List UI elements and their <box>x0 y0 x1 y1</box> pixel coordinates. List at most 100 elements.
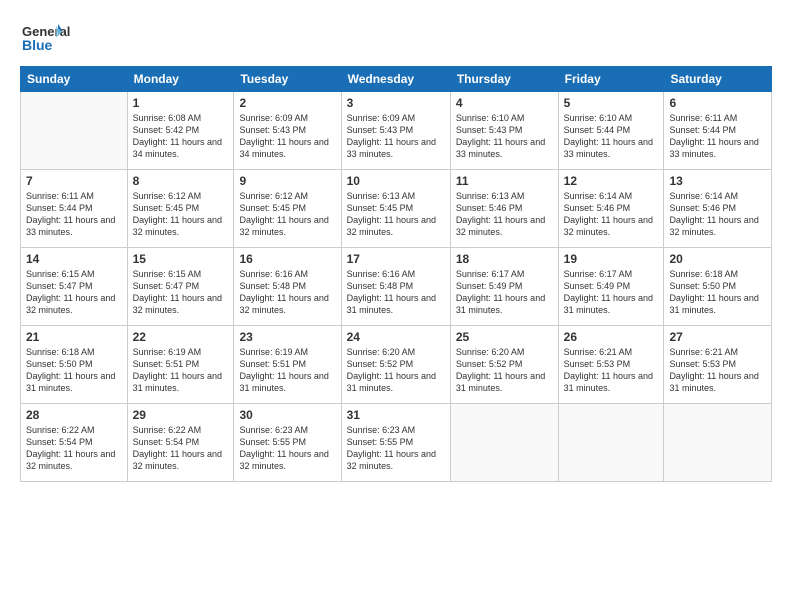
day-number: 26 <box>564 330 659 344</box>
day-number: 17 <box>347 252 445 266</box>
day-info: Sunrise: 6:19 AMSunset: 5:51 PMDaylight:… <box>239 346 335 395</box>
day-number: 14 <box>26 252 122 266</box>
day-number: 11 <box>456 174 553 188</box>
calendar-cell: 9 Sunrise: 6:12 AMSunset: 5:45 PMDaylight… <box>234 170 341 248</box>
day-number: 3 <box>347 96 445 110</box>
day-number: 7 <box>26 174 122 188</box>
weekday-header: Friday <box>558 67 664 92</box>
day-number: 9 <box>239 174 335 188</box>
day-info: Sunrise: 6:17 AMSunset: 5:49 PMDaylight:… <box>564 268 659 317</box>
day-number: 27 <box>669 330 766 344</box>
day-info: Sunrise: 6:16 AMSunset: 5:48 PMDaylight:… <box>239 268 335 317</box>
calendar-cell <box>21 92 128 170</box>
day-info: Sunrise: 6:18 AMSunset: 5:50 PMDaylight:… <box>669 268 766 317</box>
weekday-header: Thursday <box>450 67 558 92</box>
calendar-table: SundayMondayTuesdayWednesdayThursdayFrid… <box>20 66 772 482</box>
day-info: Sunrise: 6:11 AMSunset: 5:44 PMDaylight:… <box>26 190 122 239</box>
weekday-header: Wednesday <box>341 67 450 92</box>
day-number: 23 <box>239 330 335 344</box>
calendar-cell: 18 Sunrise: 6:17 AMSunset: 5:49 PMDayligh… <box>450 248 558 326</box>
day-info: Sunrise: 6:08 AMSunset: 5:42 PMDaylight:… <box>133 112 229 161</box>
day-number: 15 <box>133 252 229 266</box>
day-number: 30 <box>239 408 335 422</box>
day-info: Sunrise: 6:21 AMSunset: 5:53 PMDaylight:… <box>669 346 766 395</box>
day-number: 21 <box>26 330 122 344</box>
weekday-header: Monday <box>127 67 234 92</box>
calendar-week-row: 14 Sunrise: 6:15 AMSunset: 5:47 PMDayligh… <box>21 248 772 326</box>
logo: General Blue <box>20 16 110 56</box>
day-number: 29 <box>133 408 229 422</box>
day-number: 31 <box>347 408 445 422</box>
calendar-cell: 19 Sunrise: 6:17 AMSunset: 5:49 PMDayligh… <box>558 248 664 326</box>
calendar-week-row: 1 Sunrise: 6:08 AMSunset: 5:42 PMDaylight… <box>21 92 772 170</box>
day-info: Sunrise: 6:19 AMSunset: 5:51 PMDaylight:… <box>133 346 229 395</box>
day-info: Sunrise: 6:14 AMSunset: 5:46 PMDaylight:… <box>669 190 766 239</box>
calendar-week-row: 28Sunrise: 6:22 AMSunset: 5:54 PMDayligh… <box>21 404 772 482</box>
day-number: 22 <box>133 330 229 344</box>
calendar-cell: 27 Sunrise: 6:21 AMSunset: 5:53 PMDayligh… <box>664 326 772 404</box>
day-number: 4 <box>456 96 553 110</box>
calendar-cell <box>664 404 772 482</box>
calendar-cell: 2Sunrise: 6:09 AMSunset: 5:43 PMDaylight… <box>234 92 341 170</box>
calendar-cell <box>450 404 558 482</box>
calendar-cell: 21 Sunrise: 6:18 AMSunset: 5:50 PMDayligh… <box>21 326 128 404</box>
day-info: Sunrise: 6:22 AMSunset: 5:54 PMDaylight:… <box>26 424 122 473</box>
day-info: Sunrise: 6:16 AMSunset: 5:48 PMDaylight:… <box>347 268 445 317</box>
calendar-cell: 15 Sunrise: 6:15 AMSunset: 5:47 PMDayligh… <box>127 248 234 326</box>
day-info: Sunrise: 6:12 AMSunset: 5:45 PMDaylight:… <box>239 190 335 239</box>
day-info: Sunrise: 6:13 AMSunset: 5:45 PMDaylight:… <box>347 190 445 239</box>
calendar-cell: 16 Sunrise: 6:16 AMSunset: 5:48 PMDayligh… <box>234 248 341 326</box>
calendar-cell: 13 Sunrise: 6:14 AMSunset: 5:46 PMDayligh… <box>664 170 772 248</box>
day-number: 16 <box>239 252 335 266</box>
calendar-cell <box>558 404 664 482</box>
calendar-cell: 17 Sunrise: 6:16 AMSunset: 5:48 PMDayligh… <box>341 248 450 326</box>
day-info: Sunrise: 6:14 AMSunset: 5:46 PMDaylight:… <box>564 190 659 239</box>
calendar-cell: 26 Sunrise: 6:21 AMSunset: 5:53 PMDayligh… <box>558 326 664 404</box>
day-info: Sunrise: 6:20 AMSunset: 5:52 PMDaylight:… <box>456 346 553 395</box>
day-info: Sunrise: 6:22 AMSunset: 5:54 PMDaylight:… <box>133 424 229 473</box>
calendar-cell: 6 Sunrise: 6:11 AMSunset: 5:44 PMDaylight… <box>664 92 772 170</box>
calendar-cell: 28Sunrise: 6:22 AMSunset: 5:54 PMDayligh… <box>21 404 128 482</box>
svg-text:Blue: Blue <box>22 37 53 53</box>
calendar-cell: 23 Sunrise: 6:19 AMSunset: 5:51 PMDayligh… <box>234 326 341 404</box>
logo-icon: General Blue <box>20 16 110 56</box>
calendar-cell: 10 Sunrise: 6:13 AMSunset: 5:45 PMDayligh… <box>341 170 450 248</box>
day-number: 24 <box>347 330 445 344</box>
weekday-header: Tuesday <box>234 67 341 92</box>
calendar-cell: 3 Sunrise: 6:09 AMSunset: 5:43 PMDaylight… <box>341 92 450 170</box>
day-info: Sunrise: 6:11 AMSunset: 5:44 PMDaylight:… <box>669 112 766 161</box>
calendar-week-row: 7 Sunrise: 6:11 AMSunset: 5:44 PMDaylight… <box>21 170 772 248</box>
calendar-cell: 31Sunrise: 6:23 AMSunset: 5:55 PMDayligh… <box>341 404 450 482</box>
day-number: 20 <box>669 252 766 266</box>
header: General Blue <box>20 16 772 56</box>
day-number: 1 <box>133 96 229 110</box>
day-info: Sunrise: 6:12 AMSunset: 5:45 PMDaylight:… <box>133 190 229 239</box>
calendar-header-row: SundayMondayTuesdayWednesdayThursdayFrid… <box>21 67 772 92</box>
calendar-cell: 14Sunrise: 6:15 AMSunset: 5:47 PMDayligh… <box>21 248 128 326</box>
calendar-cell: 22 Sunrise: 6:19 AMSunset: 5:51 PMDayligh… <box>127 326 234 404</box>
calendar-cell: 1 Sunrise: 6:08 AMSunset: 5:42 PMDaylight… <box>127 92 234 170</box>
day-number: 19 <box>564 252 659 266</box>
calendar-cell: 30Sunrise: 6:23 AMSunset: 5:55 PMDayligh… <box>234 404 341 482</box>
day-number: 8 <box>133 174 229 188</box>
calendar-cell: 8 Sunrise: 6:12 AMSunset: 5:45 PMDaylight… <box>127 170 234 248</box>
day-number: 6 <box>669 96 766 110</box>
day-info: Sunrise: 6:18 AMSunset: 5:50 PMDaylight:… <box>26 346 122 395</box>
calendar-cell: 20 Sunrise: 6:18 AMSunset: 5:50 PMDayligh… <box>664 248 772 326</box>
day-number: 18 <box>456 252 553 266</box>
calendar-cell: 12Sunrise: 6:14 AMSunset: 5:46 PMDayligh… <box>558 170 664 248</box>
day-info: Sunrise: 6:15 AMSunset: 5:47 PMDaylight:… <box>133 268 229 317</box>
calendar-cell: 5Sunrise: 6:10 AMSunset: 5:44 PMDaylight… <box>558 92 664 170</box>
day-number: 2 <box>239 96 335 110</box>
day-info: Sunrise: 6:10 AMSunset: 5:43 PMDaylight:… <box>456 112 553 161</box>
weekday-header: Saturday <box>664 67 772 92</box>
day-number: 13 <box>669 174 766 188</box>
day-info: Sunrise: 6:09 AMSunset: 5:43 PMDaylight:… <box>347 112 445 161</box>
day-info: Sunrise: 6:17 AMSunset: 5:49 PMDaylight:… <box>456 268 553 317</box>
day-number: 10 <box>347 174 445 188</box>
day-info: Sunrise: 6:21 AMSunset: 5:53 PMDaylight:… <box>564 346 659 395</box>
calendar-cell: 24Sunrise: 6:20 AMSunset: 5:52 PMDayligh… <box>341 326 450 404</box>
day-number: 25 <box>456 330 553 344</box>
weekday-header: Sunday <box>21 67 128 92</box>
calendar-week-row: 21 Sunrise: 6:18 AMSunset: 5:50 PMDayligh… <box>21 326 772 404</box>
